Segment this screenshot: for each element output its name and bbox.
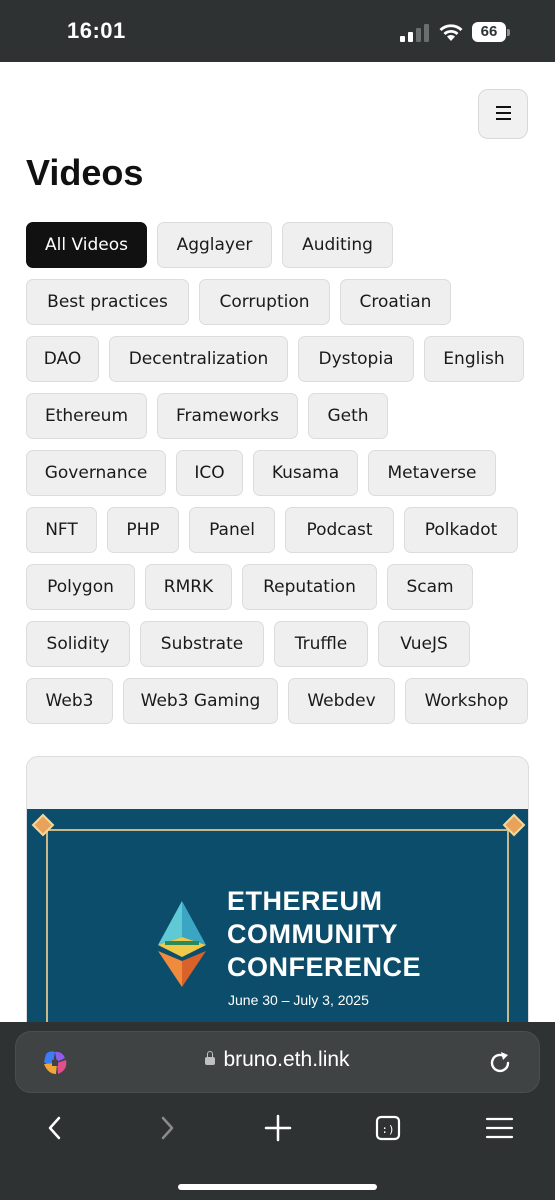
svg-text::): :)	[381, 1123, 394, 1136]
page-title: Videos	[26, 152, 144, 193]
tag-croatian[interactable]: Croatian	[340, 279, 451, 325]
tag-corruption[interactable]: Corruption	[199, 279, 330, 325]
tag-ethereum[interactable]: Ethereum	[26, 393, 147, 439]
tag-auditing[interactable]: Auditing	[282, 222, 393, 268]
home-indicator[interactable]	[178, 1184, 377, 1190]
tag-all-videos[interactable]: All Videos	[26, 222, 147, 268]
tag-polygon[interactable]: Polygon	[26, 564, 135, 610]
ethereum-logo-icon	[158, 901, 206, 987]
forward-icon[interactable]	[147, 1112, 187, 1144]
tag-scam[interactable]: Scam	[387, 564, 473, 610]
tag-solidity[interactable]: Solidity	[26, 621, 130, 667]
plus-icon[interactable]	[258, 1112, 298, 1144]
tag-metaverse[interactable]: Metaverse	[368, 450, 496, 496]
battery-nub	[507, 29, 510, 36]
battery-icon: 66	[472, 22, 506, 42]
hamburger-icon	[496, 106, 511, 108]
tag-web3[interactable]: Web3	[26, 678, 113, 724]
menu-button[interactable]	[478, 89, 528, 139]
url-text: bruno.eth.link	[223, 1048, 350, 1071]
tag-nft[interactable]: NFT	[26, 507, 97, 553]
tag-webdev[interactable]: Webdev	[288, 678, 395, 724]
tag-agglayer[interactable]: Agglayer	[157, 222, 272, 268]
tag-workshop[interactable]: Workshop	[405, 678, 528, 724]
tag-dystopia[interactable]: Dystopia	[298, 336, 414, 382]
status-bar: 16:01 66	[0, 0, 555, 62]
tag-best-practices[interactable]: Best practices	[26, 279, 189, 325]
tag-vuejs[interactable]: VueJS	[378, 621, 470, 667]
tag-english[interactable]: English	[424, 336, 524, 382]
thumbnail-dates: June 30 – July 3, 2025	[228, 992, 369, 1008]
tag-php[interactable]: PHP	[107, 507, 179, 553]
video-card[interactable]: ETHEREUM COMMUNITY CONFERENCE June 30 – …	[26, 756, 529, 1056]
status-time: 16:01	[67, 18, 126, 43]
address-bar[interactable]: bruno.eth.link	[15, 1031, 540, 1093]
thumbnail-title: ETHEREUM COMMUNITY CONFERENCE	[227, 885, 421, 984]
tag-truffle[interactable]: Truffle	[274, 621, 368, 667]
tag-web3-gaming[interactable]: Web3 Gaming	[123, 678, 278, 724]
tag-ico[interactable]: ICO	[176, 450, 243, 496]
reload-icon[interactable]	[486, 1049, 514, 1077]
tag-kusama[interactable]: Kusama	[253, 450, 358, 496]
tag-reputation[interactable]: Reputation	[242, 564, 377, 610]
tag-rmrk[interactable]: RMRK	[145, 564, 232, 610]
tag-substrate[interactable]: Substrate	[140, 621, 264, 667]
browser-toolbar: bruno.eth.link :)	[0, 1022, 555, 1200]
thumbnail-title-line: ETHEREUM	[227, 886, 383, 916]
tag-panel[interactable]: Panel	[189, 507, 275, 553]
tag-decentralization[interactable]: Decentralization	[109, 336, 288, 382]
tabs-icon[interactable]: :)	[368, 1112, 408, 1144]
tag-polkadot[interactable]: Polkadot	[404, 507, 518, 553]
tag-frameworks[interactable]: Frameworks	[157, 393, 298, 439]
back-icon[interactable]	[35, 1112, 75, 1144]
signal-icon	[400, 24, 429, 42]
thumbnail-title-line: CONFERENCE	[227, 952, 422, 982]
thumbnail-title-line: COMMUNITY	[227, 919, 398, 949]
hamburger-icon-bar	[496, 118, 511, 120]
wifi-icon	[439, 24, 463, 41]
browser-menu-hamburger-icon[interactable]	[479, 1112, 519, 1144]
tag-dao[interactable]: DAO	[26, 336, 99, 382]
lock-icon	[205, 1051, 216, 1065]
hamburger-icon-bar	[496, 112, 511, 114]
video-thumbnail[interactable]: ETHEREUM COMMUNITY CONFERENCE June 30 – …	[27, 809, 528, 1055]
tag-podcast[interactable]: Podcast	[285, 507, 394, 553]
url-display[interactable]: bruno.eth.link	[16, 1048, 539, 1072]
tag-governance[interactable]: Governance	[26, 450, 166, 496]
tag-geth[interactable]: Geth	[308, 393, 388, 439]
